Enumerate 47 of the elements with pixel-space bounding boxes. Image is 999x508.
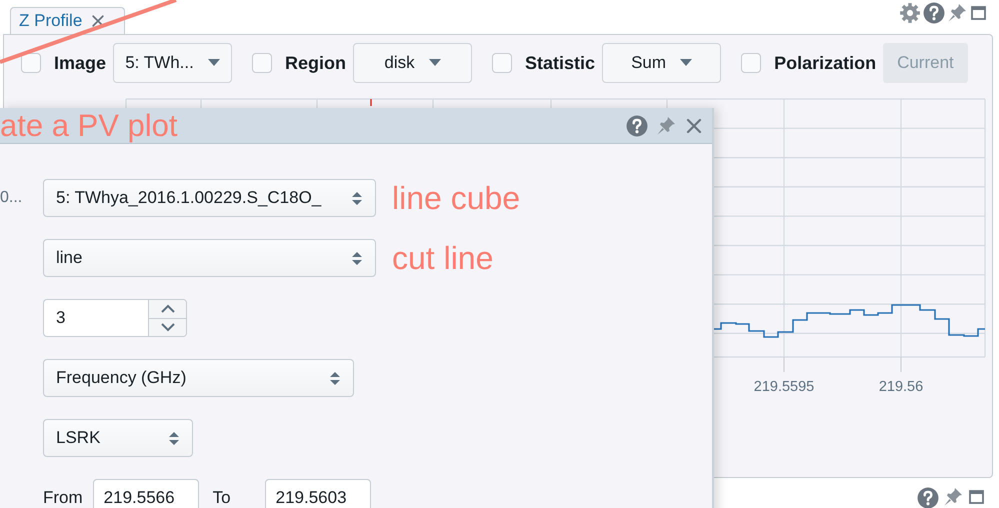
- select-field[interactable]: Frequency (GHz): [43, 359, 354, 397]
- help-icon[interactable]: [923, 2, 945, 24]
- dropdown[interactable]: 5: TWh...: [113, 43, 232, 83]
- caret-icon: [208, 59, 220, 67]
- decrement-button[interactable]: [149, 318, 186, 336]
- checkbox[interactable]: [21, 53, 41, 73]
- option-label: Statistic: [525, 52, 596, 74]
- number-input[interactable]: 3: [43, 299, 148, 337]
- cursor-marker: [370, 99, 372, 106]
- select-field[interactable]: line: [43, 239, 376, 277]
- profile-tab[interactable]: Z Profile: [10, 7, 125, 34]
- help-icon[interactable]: [626, 114, 648, 136]
- to-input[interactable]: 219.5603: [264, 479, 371, 508]
- settings-icon[interactable]: [899, 2, 921, 24]
- up-down-icon: [168, 432, 180, 444]
- pin-icon[interactable]: [656, 116, 676, 136]
- maximize-icon[interactable]: [969, 3, 989, 23]
- maximize-icon[interactable]: [967, 487, 987, 507]
- chevron-down-icon: [160, 322, 174, 332]
- caret-icon: [428, 59, 441, 67]
- annotation-text: line cube: [392, 180, 520, 216]
- pin-icon[interactable]: [947, 3, 967, 23]
- select-field[interactable]: LSRK: [43, 419, 193, 457]
- caret-icon: [680, 59, 692, 67]
- tick-label: 219.56: [878, 379, 924, 395]
- annotation-text: cut line: [392, 240, 494, 276]
- checkbox[interactable]: [252, 53, 272, 73]
- chevron-up-icon: [160, 304, 174, 314]
- select-field[interactable]: 5: TWhya_2016.1.00229.S_C18O_: [43, 179, 376, 217]
- to-label: To: [212, 488, 231, 508]
- up-down-icon: [351, 252, 363, 264]
- checkbox[interactable]: [492, 53, 512, 73]
- pin-icon[interactable]: [943, 487, 963, 507]
- annotation-text: ate a PV plot: [0, 108, 179, 143]
- dropdown[interactable]: Sum: [602, 43, 722, 83]
- up-down-icon: [351, 192, 363, 204]
- option-label: Image: [54, 52, 106, 74]
- from-label: From: [43, 488, 83, 508]
- option-label: Polarization: [774, 52, 876, 74]
- dropdown[interactable]: disk: [353, 43, 472, 83]
- close-icon[interactable]: [90, 13, 106, 29]
- up-down-icon: [329, 372, 341, 384]
- help-icon[interactable]: [917, 487, 939, 508]
- from-input[interactable]: 219.5566: [92, 479, 199, 508]
- option-label: Region: [285, 52, 346, 74]
- field-label: 0...: [0, 189, 24, 207]
- tick-label: 219.5595: [754, 379, 814, 395]
